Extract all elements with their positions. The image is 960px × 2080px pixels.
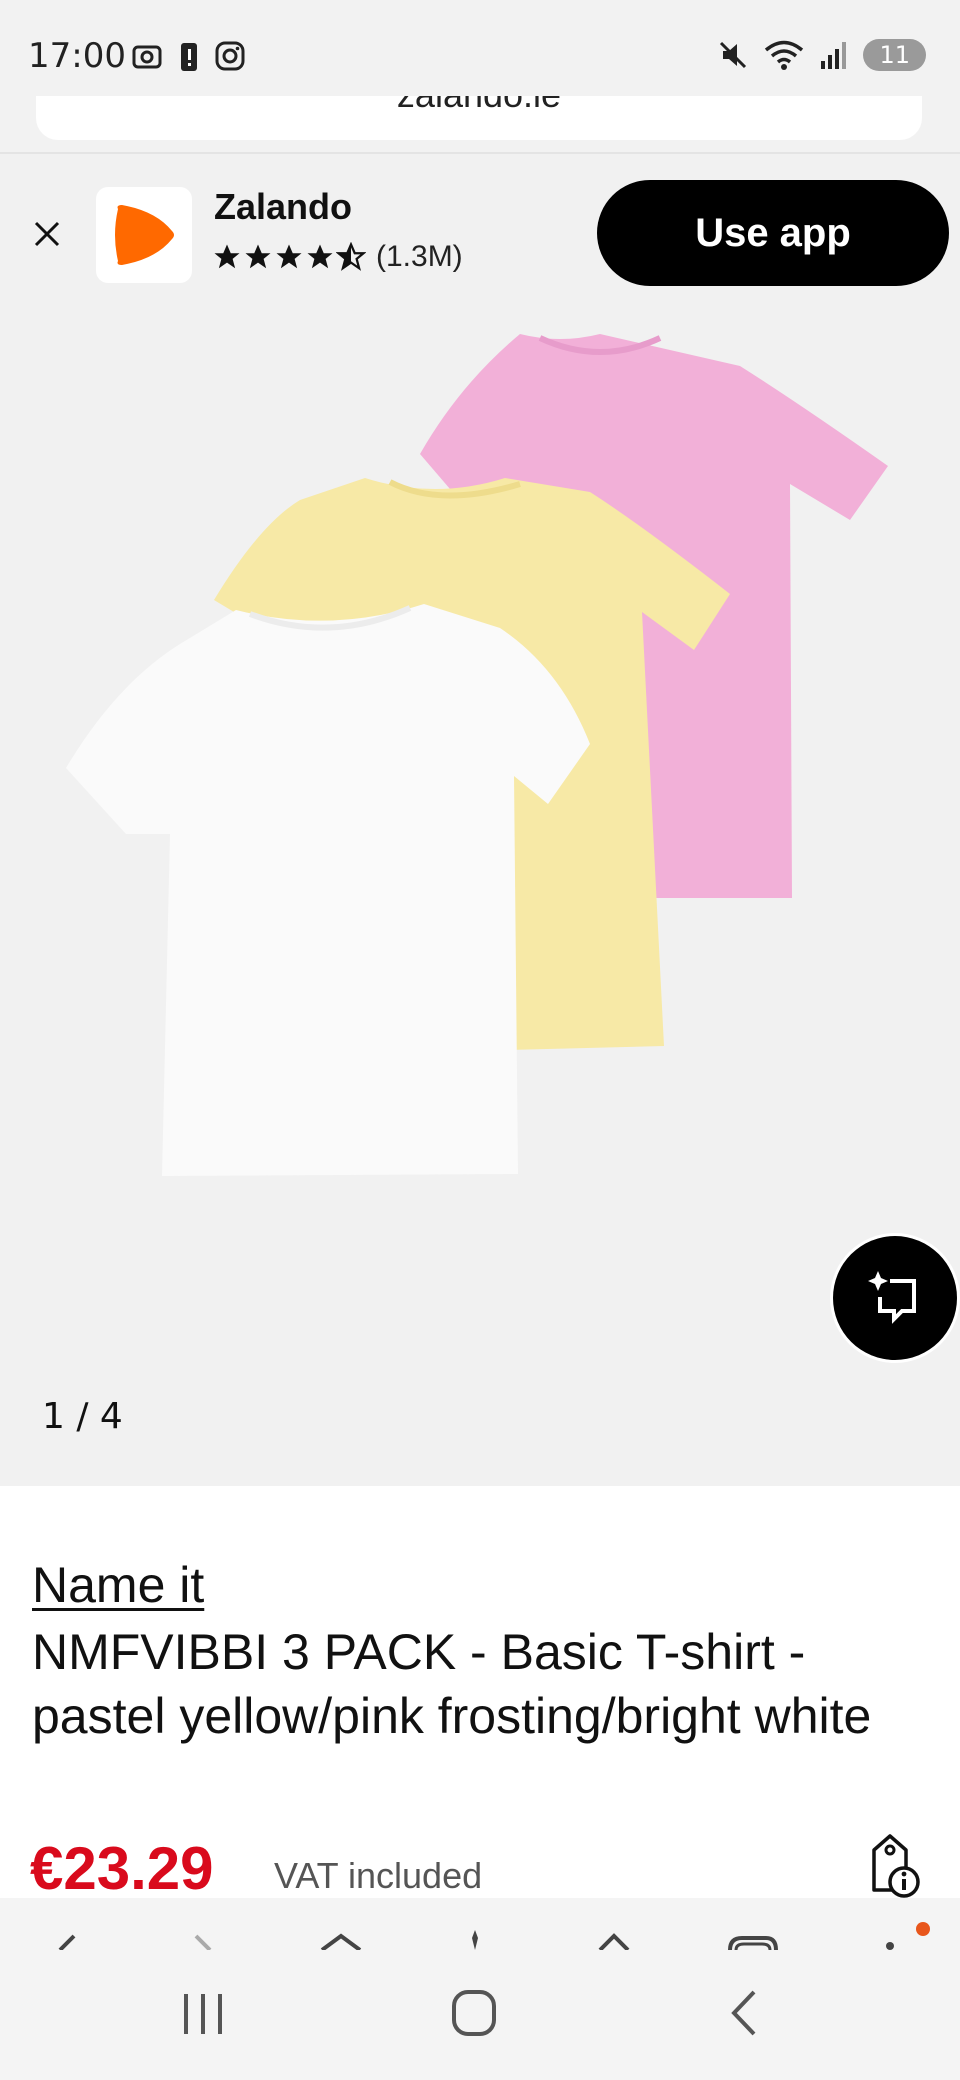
back-button-icon[interactable] bbox=[724, 1988, 764, 2038]
star-icon bbox=[214, 244, 240, 269]
wifi-icon bbox=[765, 40, 804, 70]
app-rating: (1.3M) bbox=[212, 240, 463, 274]
browser-bottom-nav bbox=[0, 1898, 960, 1950]
system-navigation-bar bbox=[0, 1950, 960, 2080]
url-text: zalando.ie bbox=[36, 96, 922, 116]
zalando-logo bbox=[96, 187, 192, 283]
product-image-gallery[interactable]: 1 / 4 bbox=[0, 304, 960, 1486]
tabs-icon[interactable] bbox=[726, 1932, 780, 1950]
use-app-button[interactable]: Use app bbox=[597, 180, 949, 286]
image-pager: 1 / 4 bbox=[42, 1396, 123, 1437]
status-left-icons bbox=[130, 40, 246, 74]
home-button-icon[interactable] bbox=[450, 1988, 498, 2038]
menu-icon[interactable] bbox=[882, 1936, 898, 1950]
star-icon bbox=[276, 244, 302, 269]
screenshot-icon bbox=[132, 45, 162, 69]
vat-note: VAT included bbox=[274, 1855, 483, 1896]
mute-icon bbox=[720, 41, 747, 69]
star-icon bbox=[245, 244, 271, 269]
assistant-icon[interactable] bbox=[460, 1928, 490, 1950]
price-tag-info-icon[interactable] bbox=[860, 1830, 924, 1900]
product-image[interactable] bbox=[0, 304, 960, 1486]
product-price: €23.29 bbox=[30, 1835, 214, 1902]
brand-link[interactable]: Name it bbox=[32, 1556, 204, 1614]
home-icon[interactable] bbox=[318, 1932, 364, 1950]
close-icon[interactable] bbox=[26, 213, 68, 255]
forward-icon[interactable] bbox=[186, 1932, 226, 1950]
status-time: 17:00 bbox=[28, 36, 126, 76]
battery-indicator: 11 bbox=[863, 39, 926, 71]
share-icon[interactable] bbox=[594, 1932, 634, 1950]
status-right: 11 bbox=[717, 38, 926, 72]
product-title: NMFVIBBI 3 PACK - Basic T-shirt - pastel… bbox=[32, 1624, 872, 1744]
alert-icon bbox=[181, 43, 197, 71]
notification-dot bbox=[916, 1922, 930, 1936]
instagram-icon bbox=[215, 41, 245, 71]
zalando-logo-icon bbox=[115, 205, 174, 265]
browser-url-bar[interactable]: zalando.ie bbox=[36, 96, 922, 140]
rating-count: (1.3M) bbox=[376, 240, 463, 273]
app-name: Zalando bbox=[214, 186, 353, 227]
white-shirt bbox=[66, 604, 590, 1176]
back-icon[interactable] bbox=[50, 1932, 90, 1950]
sparkle-chat-icon bbox=[868, 1271, 916, 1324]
half-star-icon bbox=[336, 242, 366, 271]
signal-icon bbox=[821, 42, 847, 69]
recents-icon[interactable] bbox=[178, 1990, 228, 2036]
rating-stars bbox=[212, 242, 366, 272]
ai-assistant-button[interactable] bbox=[833, 1236, 957, 1360]
star-icon bbox=[307, 244, 333, 269]
